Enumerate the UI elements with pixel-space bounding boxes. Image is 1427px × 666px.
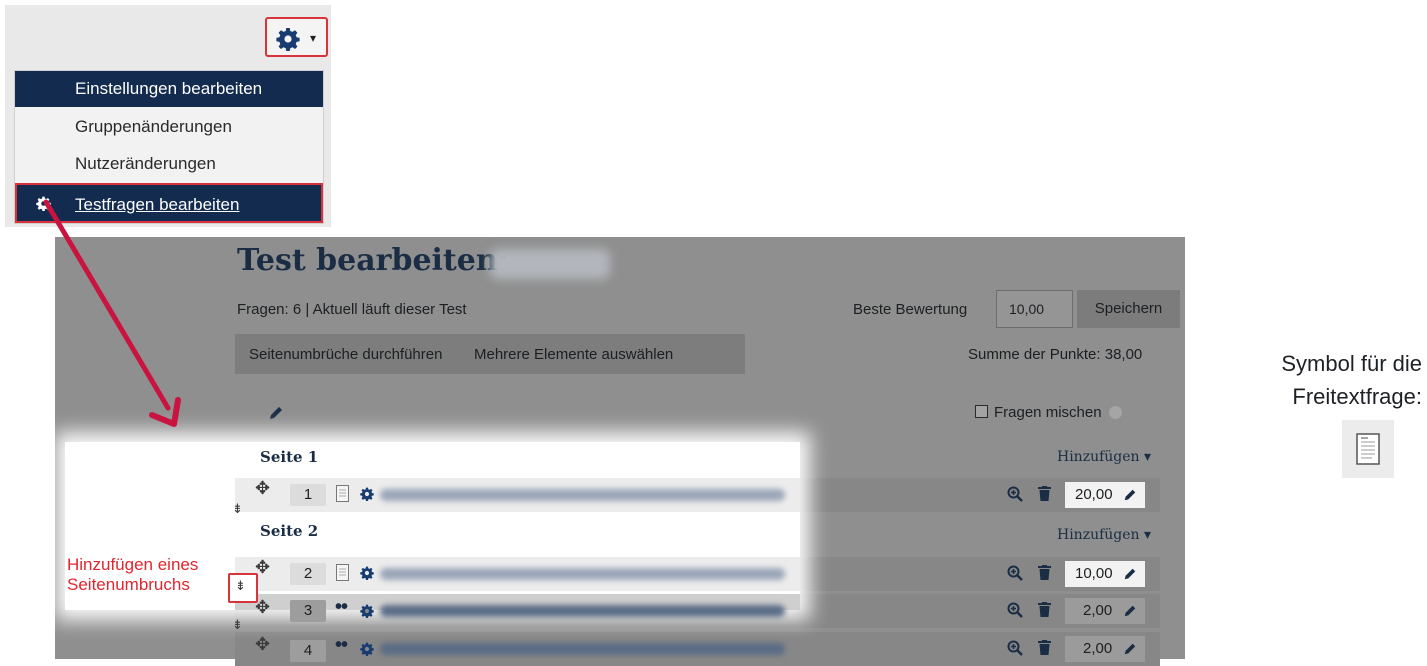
repaginate-button[interactable]: Seitenumbrüche durchführen (249, 346, 442, 363)
gear-icon[interactable] (360, 566, 374, 585)
max-mark-value: 10,00 (1075, 565, 1113, 582)
menu-item-group-overrides[interactable]: Gruppenänderungen (15, 109, 323, 145)
menu-item-label: Testfragen bearbeiten (75, 195, 240, 214)
trash-icon[interactable] (1038, 486, 1051, 506)
gear-icon (36, 196, 51, 211)
add-menu-link[interactable]: Hinzufügen ▾ (1057, 449, 1151, 465)
page-break-icon[interactable]: ⇟ (235, 579, 246, 594)
pencil-icon (1124, 605, 1136, 617)
max-mark-value: 20,00 (1075, 486, 1113, 503)
annotation-line: Seitenumbruchs (67, 575, 190, 594)
max-mark-value: 2,00 (1083, 602, 1113, 619)
dots-icon: •• (335, 596, 348, 618)
gear-icon[interactable] (360, 487, 374, 506)
essay-icon (336, 564, 349, 586)
blurred-question-name[interactable] (380, 605, 785, 617)
gear-icon (276, 28, 300, 51)
shuffle-checkbox[interactable] (975, 405, 988, 418)
gear-icon[interactable] (360, 604, 374, 623)
max-grade-input[interactable]: 10,00 (996, 290, 1073, 328)
menu-item-edit-settings[interactable]: Einstellungen bearbeiten (15, 71, 323, 107)
slot-number: 1 (290, 484, 326, 506)
move-icon[interactable]: ✥ (255, 634, 270, 655)
max-mark-field[interactable]: 20,00 (1065, 482, 1145, 508)
preview-icon[interactable] (1007, 602, 1023, 623)
blurred-quiz-name (490, 249, 610, 279)
essay-icon (1342, 420, 1394, 478)
trash-icon[interactable] (1038, 565, 1051, 585)
menu-item-edit-quiz[interactable]: Testfragen bearbeiten (15, 183, 323, 223)
trash-icon[interactable] (1038, 640, 1051, 660)
pencil-icon[interactable] (268, 405, 284, 426)
chevron-down-icon: ▾ (310, 31, 317, 45)
essay-icon (336, 485, 349, 507)
slot-number: 3 (290, 600, 326, 622)
pencil-icon (1124, 568, 1136, 580)
save-button[interactable]: Speichern (1077, 290, 1180, 328)
blurred-question-name[interactable] (380, 568, 785, 580)
annotation-label: Hinzufügen eines Seitenumbruchs (67, 555, 198, 595)
pencil-icon (1124, 643, 1136, 655)
menu-item-user-overrides[interactable]: Nutzeränderungen (15, 146, 323, 182)
shuffle-label: Fragen mischen (994, 404, 1102, 421)
max-grade-label: Beste Bewertung (853, 301, 968, 318)
gear-icon[interactable] (360, 642, 374, 661)
caret-down-icon: ▾ (1144, 449, 1152, 465)
max-mark-field[interactable]: 2,00 (1065, 598, 1145, 624)
move-icon[interactable]: ✥ (255, 478, 270, 499)
add-menu-link[interactable]: Hinzufügen ▾ (1057, 527, 1151, 543)
trash-icon[interactable] (1038, 602, 1051, 622)
slot-number: 2 (290, 563, 326, 585)
preview-icon[interactable] (1007, 486, 1023, 507)
total-marks-text: Summe der Punkte: 38,00 (968, 346, 1143, 363)
settings-dropdown-menu: Einstellungen bearbeiten Gruppenänderung… (14, 70, 324, 224)
blurred-question-name[interactable] (380, 643, 785, 655)
quiz-info-text: Fragen: 6 | Aktuell läuft dieser Test (237, 301, 467, 318)
preview-icon[interactable] (1007, 640, 1023, 661)
help-icon[interactable] (1108, 406, 1122, 419)
page-heading: Seite 2 (260, 522, 319, 540)
dots-icon: •• (335, 634, 348, 656)
max-mark-field[interactable]: 10,00 (1065, 561, 1145, 587)
pencil-icon (1124, 489, 1136, 501)
select-multiple-button[interactable]: Mehrere Elemente auswählen (474, 346, 673, 363)
blurred-question-name[interactable] (380, 489, 785, 501)
side-note-line: Symbol für die (1281, 351, 1422, 376)
side-note: Symbol für die Freitextfrage: (1227, 347, 1422, 413)
annotation-line: Hinzufügen eines (67, 555, 199, 574)
shuffle-control[interactable]: Fragen mischen (975, 404, 1122, 421)
max-mark-value: 2,00 (1083, 640, 1113, 657)
max-mark-field[interactable]: 2,00 (1065, 636, 1145, 662)
page-heading: Seite 1 (260, 448, 319, 466)
page-title: Test bearbeiten: (237, 243, 509, 278)
preview-icon[interactable] (1007, 565, 1023, 586)
add-label: Hinzufügen (1057, 527, 1140, 543)
page-break-icon[interactable]: ⇟ (232, 502, 243, 517)
caret-down-icon: ▾ (1144, 527, 1152, 543)
settings-menu-button[interactable]: ▾ (265, 17, 328, 57)
move-icon[interactable]: ✥ (255, 597, 270, 618)
page-break-icon[interactable]: ⇟ (232, 618, 243, 633)
side-note-line: Freitextfrage: (1292, 384, 1422, 409)
add-label: Hinzufügen (1057, 449, 1140, 465)
